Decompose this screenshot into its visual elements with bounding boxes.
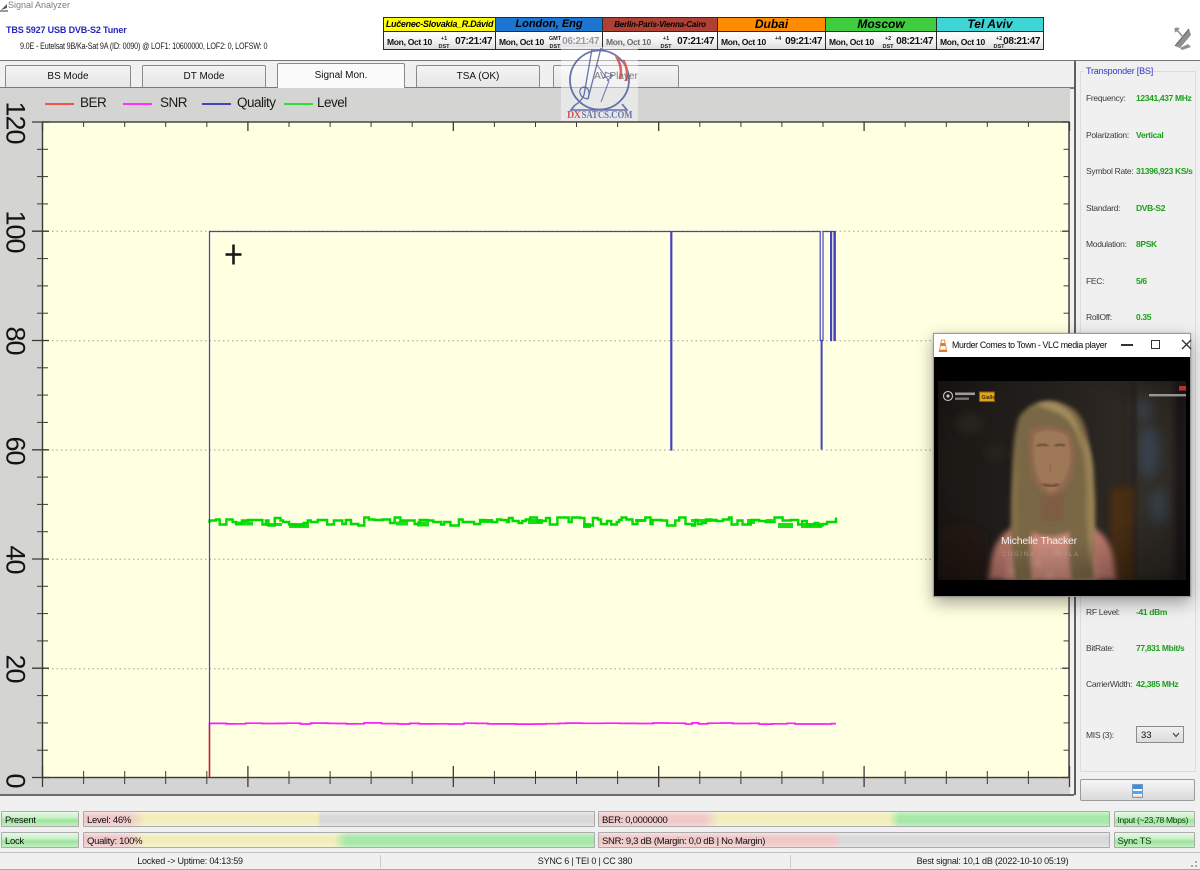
svg-text:CUGINA DI CARLA: CUGINA DI CARLA <box>1002 552 1080 558</box>
svg-text:Michelle Thacker: Michelle Thacker <box>1001 535 1078 547</box>
svg-text:SATCS.COM: SATCS.COM <box>582 110 633 121</box>
svg-text:DX: DX <box>567 110 582 121</box>
svg-text:Giallo: Giallo <box>982 395 996 401</box>
